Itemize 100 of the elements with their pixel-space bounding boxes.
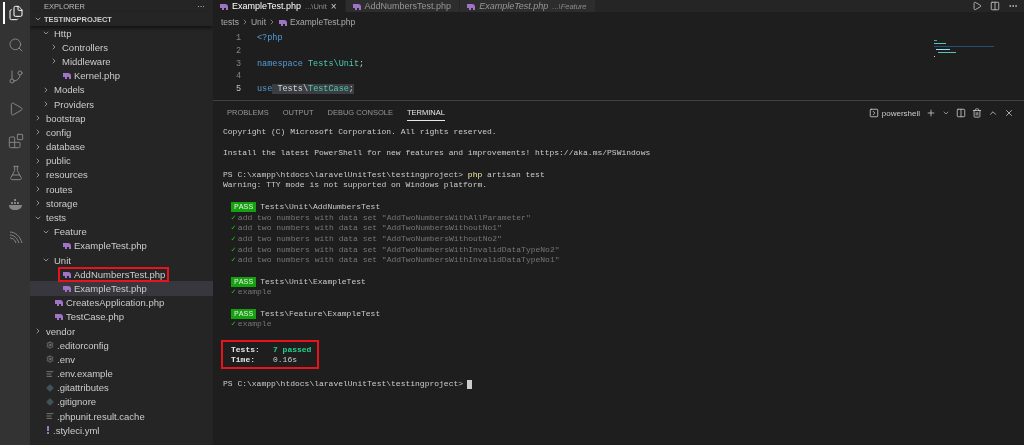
test-case-name: add two numbers with data set "AddTwoNumbersWithInvalidDataTypeNo2" xyxy=(237,244,560,256)
terminal-prompt: PS C:\xampp\htdocs\laravelUnitTest\testingproject> xyxy=(223,169,464,181)
breadcrumb-item[interactable]: tests xyxy=(221,17,239,27)
file-item[interactable]: .env.example xyxy=(44,368,115,380)
file-item[interactable]: Kernel.php xyxy=(60,70,122,82)
check-mark: ✓ xyxy=(231,233,236,245)
terminal-selector[interactable]: powershell xyxy=(868,108,920,118)
file-item[interactable]: .gitattributes xyxy=(44,382,111,394)
check-mark: ✓ xyxy=(231,287,236,298)
file-item[interactable]: .gitignore xyxy=(44,396,99,408)
check-mark: ✓ xyxy=(231,223,236,234)
line-number: 2 xyxy=(234,46,242,57)
pass-badge: PASS xyxy=(231,309,257,320)
terminal-command: php xyxy=(466,169,483,181)
pass-badge: PASS xyxy=(231,202,257,213)
code-token: Tests\ xyxy=(272,84,309,95)
folder-item[interactable]: Middleware xyxy=(60,55,113,67)
line-number: 3 xyxy=(234,58,242,69)
test-case-name: add two numbers with data set "AddTwoNumbersWithInvalidDataTypeNo1" xyxy=(237,255,560,266)
close-button[interactable]: × xyxy=(330,0,337,12)
file-item[interactable]: .styleci.yml xyxy=(44,424,102,436)
code-token: TestCase xyxy=(308,84,349,95)
folder-item[interactable]: vendor xyxy=(44,325,78,337)
line-number: 4 xyxy=(234,71,242,82)
folder-item[interactable]: Controllers xyxy=(60,41,110,53)
terminal-line: Install the latest PowerShell for new features and improvements! https://aka.ms/PSWindows xyxy=(223,148,651,160)
close-icon[interactable] xyxy=(1004,108,1014,118)
check-mark: ✓ xyxy=(231,319,236,331)
code-token: Tests\Unit xyxy=(307,58,360,69)
file-item[interactable]: AddNumbersTest.php xyxy=(60,268,168,280)
split-icon[interactable] xyxy=(990,1,1000,11)
folder-item[interactable]: Feature xyxy=(52,226,89,238)
code-token: use xyxy=(257,84,273,95)
folder-item[interactable]: storage xyxy=(44,197,80,209)
file-item[interactable]: TestCase.php xyxy=(52,311,127,323)
elephant-icon xyxy=(54,313,63,321)
lines-icon xyxy=(46,412,54,421)
folder-item[interactable]: Http xyxy=(52,27,74,39)
check-mark: ✓ xyxy=(231,255,236,266)
test-case-name: example xyxy=(237,287,272,298)
summary-label: Time: xyxy=(231,355,256,365)
test-case-name: example xyxy=(237,319,272,331)
run-icon[interactable] xyxy=(972,1,982,11)
check-mark: ✓ xyxy=(231,244,236,256)
trash-icon[interactable] xyxy=(972,108,982,118)
terminal-arguments: artisan test xyxy=(486,169,545,181)
line-number: 5 xyxy=(234,84,242,95)
chevron-right-icon xyxy=(34,327,42,336)
folder-item[interactable]: Models xyxy=(52,84,87,96)
file-item[interactable]: .env xyxy=(44,353,77,365)
file-item[interactable]: .editorconfig xyxy=(44,339,111,351)
summary-value: 7 passed xyxy=(273,344,312,354)
test-case-name: add two numbers with data set "AddTwoNumbersWithAllParameter" xyxy=(237,212,531,224)
folder-item[interactable]: routes xyxy=(44,183,75,195)
gear-icon xyxy=(46,341,54,350)
elephant-icon xyxy=(62,72,71,80)
test-case-name: add two numbers with data set "AddTwoNumbersWithoutNo2" xyxy=(237,233,502,245)
terminal-prompt: PS C:\xampp\htdocs\laravelUnitTest\testingproject> xyxy=(223,378,464,390)
more-button[interactable]: ··· xyxy=(197,1,205,11)
chevron-down-icon[interactable] xyxy=(942,109,950,117)
exclamation-icon xyxy=(46,426,50,435)
folder-item[interactable]: resources xyxy=(44,169,90,181)
elephant-icon xyxy=(466,2,476,10)
elephant-icon xyxy=(351,2,361,10)
folder-item[interactable]: bootstrap xyxy=(44,112,88,124)
terminal-icon xyxy=(868,108,879,118)
line-number: 1 xyxy=(234,33,242,44)
elephant-icon xyxy=(278,18,288,26)
folder-item[interactable]: config xyxy=(44,126,74,138)
code-token: ; xyxy=(359,58,365,69)
test-suite-name: Tests\Unit\ExampleTest xyxy=(260,276,366,288)
breadcrumb-item[interactable]: Unit xyxy=(250,17,267,27)
folder-item[interactable]: public xyxy=(44,155,73,167)
terminal-line: Warning: TTY mode is not supported on Windows platform. xyxy=(223,180,488,192)
pass-badge: PASS xyxy=(231,276,257,287)
file-item[interactable]: CreatesApplication.php xyxy=(52,297,167,309)
test-suite-name: Tests\Feature\ExampleTest xyxy=(260,308,381,320)
folder-item[interactable]: tests xyxy=(44,212,69,224)
elephant-icon xyxy=(54,299,63,307)
folder-item[interactable]: database xyxy=(44,141,88,153)
lines-icon xyxy=(46,369,54,378)
elephant-icon xyxy=(62,284,71,292)
code-token: namespace xyxy=(257,58,303,69)
plus-icon[interactable] xyxy=(926,108,936,118)
editor-tab[interactable]: AddNumbersTest.php xyxy=(345,0,460,12)
summary-label: Tests: xyxy=(231,344,261,354)
split-icon[interactable] xyxy=(956,108,966,118)
test-case-name: add two numbers with data set "AddTwoNumbersWithoutNo1" xyxy=(237,223,502,234)
chevron-up-icon[interactable] xyxy=(988,108,998,118)
elephant-icon xyxy=(62,242,71,250)
code-token: ; xyxy=(348,84,354,95)
file-item[interactable]: .phpunit.result.cache xyxy=(44,410,147,422)
code-token: <?php xyxy=(257,33,283,44)
folder-item[interactable]: Unit xyxy=(52,254,73,266)
terminal-line: Copyright (C) Microsoft Corporation. All rights reserved. xyxy=(223,127,497,138)
file-item[interactable]: ExampleTest.php xyxy=(60,240,149,252)
breadcrumb-item[interactable]: ExampleTest.php xyxy=(278,17,356,27)
folder-item[interactable]: Providers xyxy=(52,98,97,110)
elephant-icon xyxy=(219,2,228,10)
test-suite-name: Tests\Unit\AddNumbersTest xyxy=(260,201,381,213)
